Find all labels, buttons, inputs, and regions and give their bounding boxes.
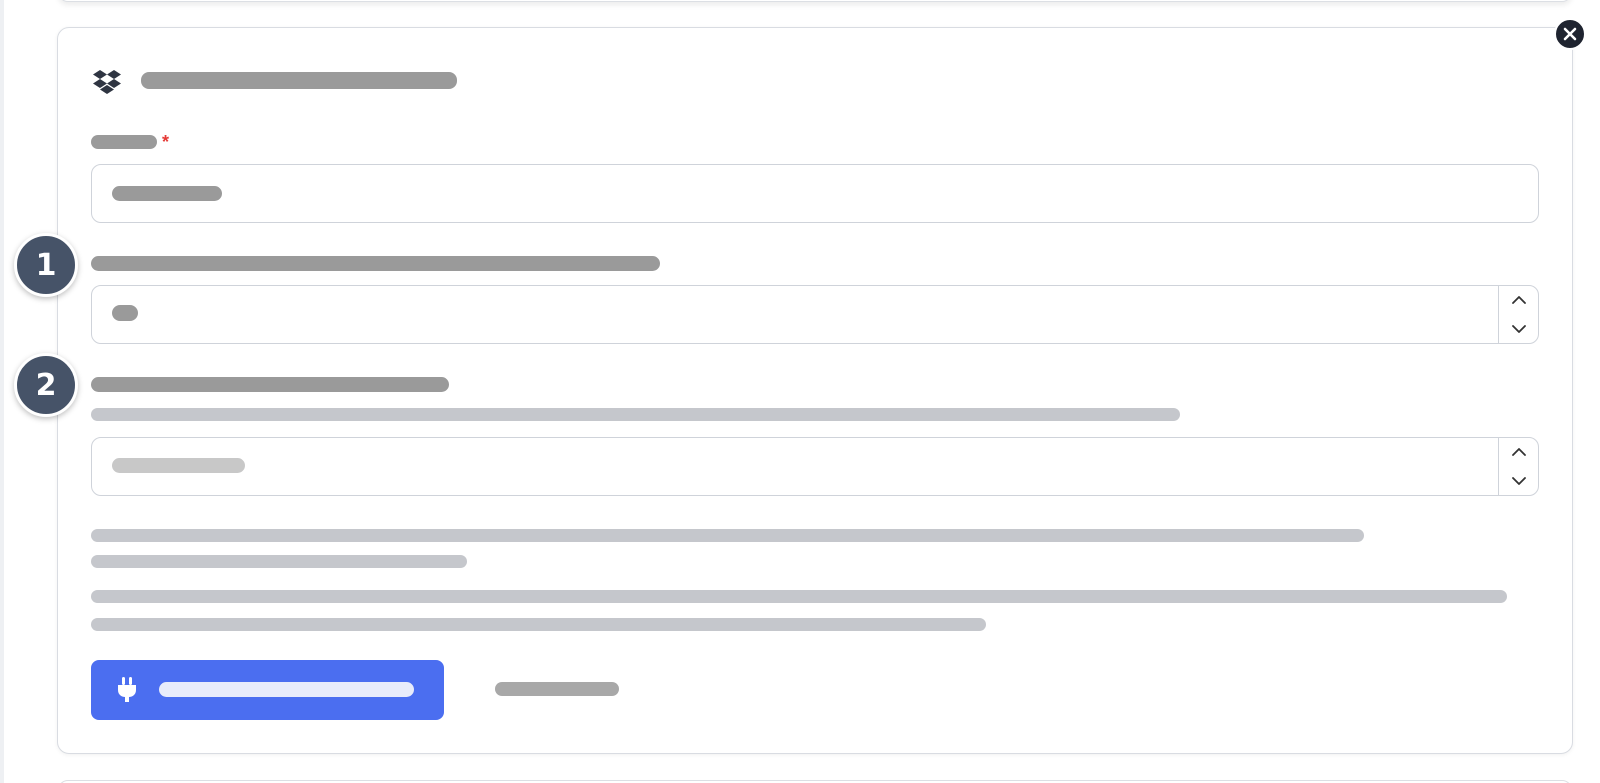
secondary-link[interactable]	[495, 682, 619, 696]
name-field-label	[91, 135, 157, 149]
name-input[interactable]	[91, 164, 1539, 223]
dropbox-icon	[93, 70, 121, 94]
note-text	[91, 618, 986, 631]
field-one-label	[91, 256, 660, 271]
note-text	[91, 555, 467, 568]
close-icon	[1563, 27, 1577, 41]
connect-button[interactable]	[91, 660, 444, 720]
card-title	[141, 72, 457, 89]
required-indicator: *	[162, 132, 170, 152]
chevron-down-icon[interactable]	[1511, 476, 1527, 486]
note-text	[91, 590, 1507, 603]
step-marker-1: 1	[14, 233, 78, 297]
chevron-down-icon[interactable]	[1511, 324, 1527, 334]
field-one-number-input[interactable]	[91, 285, 1539, 344]
chevron-up-icon[interactable]	[1511, 447, 1527, 457]
connect-button-label	[159, 682, 414, 697]
field-two-placeholder	[112, 458, 245, 473]
field-two-description	[91, 408, 1180, 421]
name-input-value	[112, 186, 222, 201]
page-left-border	[0, 0, 4, 783]
close-button[interactable]	[1554, 18, 1586, 50]
step-marker-2: 2	[14, 353, 78, 417]
field-two-label	[91, 377, 449, 392]
field-two-stepper[interactable]	[1498, 438, 1538, 495]
chevron-up-icon[interactable]	[1511, 295, 1527, 305]
field-two-number-input[interactable]	[91, 437, 1539, 496]
plug-icon	[118, 677, 136, 702]
field-one-stepper[interactable]	[1498, 286, 1538, 343]
field-one-value	[112, 305, 138, 321]
note-text	[91, 529, 1364, 542]
previous-card	[58, 0, 1572, 2]
